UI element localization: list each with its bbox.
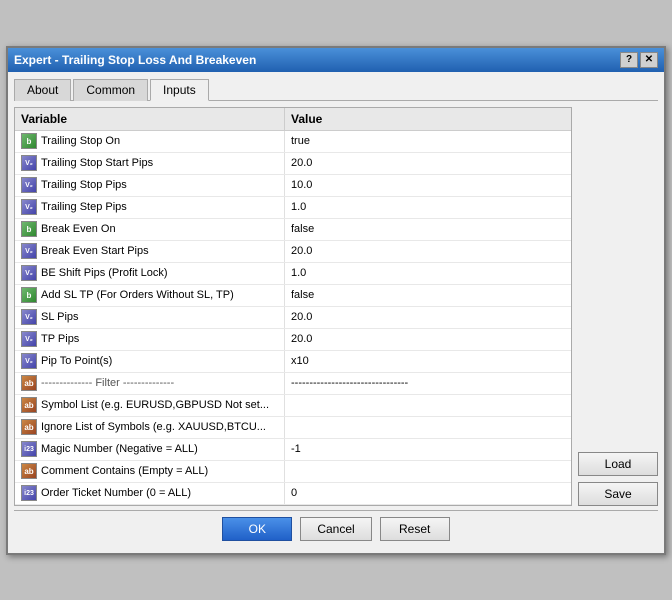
variable-cell: ab -------------- Filter -------------- <box>15 373 285 394</box>
table-row[interactable]: b Add SL TP (For Orders Without SL, TP) … <box>15 285 571 307</box>
value-cell: -1 <box>285 439 571 460</box>
variable-cell: V₂ Pip To Point(s) <box>15 351 285 372</box>
bool-icon: b <box>21 133 37 149</box>
content-area: Variable Value b Trailing Stop On true <box>14 107 572 506</box>
table-row[interactable]: V₂ SL Pips 20.0 <box>15 307 571 329</box>
table-row[interactable]: i23 Magic Number (Negative = ALL) -1 <box>15 439 571 461</box>
variable-cell: V₂ Trailing Stop Pips <box>15 175 285 196</box>
footer-bar: OK Cancel Reset <box>14 510 658 547</box>
side-panel: Load Save <box>578 107 658 510</box>
table-body: b Trailing Stop On true V₂ Trailing Stop… <box>15 131 571 505</box>
variable-cell: V₂ TP Pips <box>15 329 285 350</box>
table-row[interactable]: V₂ BE Shift Pips (Profit Lock) 1.0 <box>15 263 571 285</box>
num-icon: V₂ <box>21 265 37 281</box>
header-variable: Variable <box>15 108 285 130</box>
variable-cell: i23 Magic Number (Negative = ALL) <box>15 439 285 460</box>
tab-about[interactable]: About <box>14 79 71 101</box>
value-cell: false <box>285 285 571 306</box>
cancel-button[interactable]: Cancel <box>300 517 371 541</box>
table-row[interactable]: ab Comment Contains (Empty = ALL) <box>15 461 571 483</box>
value-cell: 10.0 <box>285 175 571 196</box>
value-cell <box>285 461 571 482</box>
value-cell: true <box>285 131 571 152</box>
table-header: Variable Value <box>15 108 571 131</box>
table-wrapper: Variable Value b Trailing Stop On true <box>14 107 572 510</box>
variable-cell: V₂ Break Even Start Pips <box>15 241 285 262</box>
table-row[interactable]: V₂ Trailing Stop Start Pips 20.0 <box>15 153 571 175</box>
num-icon: V₂ <box>21 155 37 171</box>
num-icon: V₂ <box>21 331 37 347</box>
table-row[interactable]: i23 Order Ticket Number (0 = ALL) 0 <box>15 483 571 505</box>
load-button[interactable]: Load <box>578 452 658 476</box>
table-row[interactable]: ab Ignore List of Symbols (e.g. XAUUSD,B… <box>15 417 571 439</box>
save-button[interactable]: Save <box>578 482 658 506</box>
main-content: Variable Value b Trailing Stop On true <box>14 107 658 510</box>
table-row[interactable]: V₂ Trailing Step Pips 1.0 <box>15 197 571 219</box>
variable-cell: i23 Order Ticket Number (0 = ALL) <box>15 483 285 504</box>
table-row[interactable]: V₂ Pip To Point(s) x10 <box>15 351 571 373</box>
bool-icon: b <box>21 221 37 237</box>
table-row[interactable]: b Break Even On false <box>15 219 571 241</box>
str-icon: ab <box>21 397 37 413</box>
value-cell: 20.0 <box>285 241 571 262</box>
variable-cell: b Trailing Stop On <box>15 131 285 152</box>
variable-cell: V₂ BE Shift Pips (Profit Lock) <box>15 263 285 284</box>
reset-button[interactable]: Reset <box>380 517 450 541</box>
num-icon: V₂ <box>21 353 37 369</box>
table-row[interactable]: V₂ TP Pips 20.0 <box>15 329 571 351</box>
window-title: Expert - Trailing Stop Loss And Breakeve… <box>14 53 256 67</box>
variable-cell: ab Ignore List of Symbols (e.g. XAUUSD,B… <box>15 417 285 438</box>
num-icon: i23 <box>21 485 37 501</box>
main-window: Expert - Trailing Stop Loss And Breakeve… <box>6 46 666 555</box>
value-cell: 1.0 <box>285 263 571 284</box>
str-icon: ab <box>21 419 37 435</box>
value-cell: 1.0 <box>285 197 571 218</box>
value-cell: -------------------------------- <box>285 373 571 394</box>
variable-cell: V₂ Trailing Step Pips <box>15 197 285 218</box>
variable-cell: b Break Even On <box>15 219 285 240</box>
num-icon: i23 <box>21 441 37 457</box>
tab-bar: About Common Inputs <box>14 78 658 101</box>
value-cell: 20.0 <box>285 307 571 328</box>
bool-icon: b <box>21 287 37 303</box>
num-icon: V₂ <box>21 199 37 215</box>
help-button[interactable]: ? <box>620 52 638 68</box>
variable-cell: b Add SL TP (For Orders Without SL, TP) <box>15 285 285 306</box>
variable-cell: V₂ Trailing Stop Start Pips <box>15 153 285 174</box>
num-icon: V₂ <box>21 243 37 259</box>
table-row[interactable]: V₂ Trailing Stop Pips 10.0 <box>15 175 571 197</box>
ok-button[interactable]: OK <box>222 517 292 541</box>
variable-cell: ab Comment Contains (Empty = ALL) <box>15 461 285 482</box>
header-value: Value <box>285 108 571 130</box>
window-body: About Common Inputs Variable Value b <box>8 72 664 553</box>
value-cell: 20.0 <box>285 329 571 350</box>
table-row[interactable]: V₂ Break Even Start Pips 20.0 <box>15 241 571 263</box>
num-icon: V₂ <box>21 177 37 193</box>
str-icon: ab <box>21 375 37 391</box>
variable-cell: V₂ SL Pips <box>15 307 285 328</box>
variable-cell: ab Symbol List (e.g. EURUSD,GBPUSD Not s… <box>15 395 285 416</box>
tab-inputs[interactable]: Inputs <box>150 79 209 101</box>
num-icon: V₂ <box>21 309 37 325</box>
value-cell <box>285 417 571 438</box>
value-cell: false <box>285 219 571 240</box>
table-row[interactable]: b Trailing Stop On true <box>15 131 571 153</box>
table-row: ab -------------- Filter -------------- … <box>15 373 571 395</box>
close-button[interactable]: ✕ <box>640 52 658 68</box>
str-icon: ab <box>21 463 37 479</box>
value-cell <box>285 395 571 416</box>
title-bar: Expert - Trailing Stop Loss And Breakeve… <box>8 48 664 72</box>
table-row[interactable]: ab Symbol List (e.g. EURUSD,GBPUSD Not s… <box>15 395 571 417</box>
value-cell: x10 <box>285 351 571 372</box>
value-cell: 20.0 <box>285 153 571 174</box>
title-bar-buttons: ? ✕ <box>620 52 658 68</box>
tab-common[interactable]: Common <box>73 79 148 101</box>
value-cell: 0 <box>285 483 571 504</box>
